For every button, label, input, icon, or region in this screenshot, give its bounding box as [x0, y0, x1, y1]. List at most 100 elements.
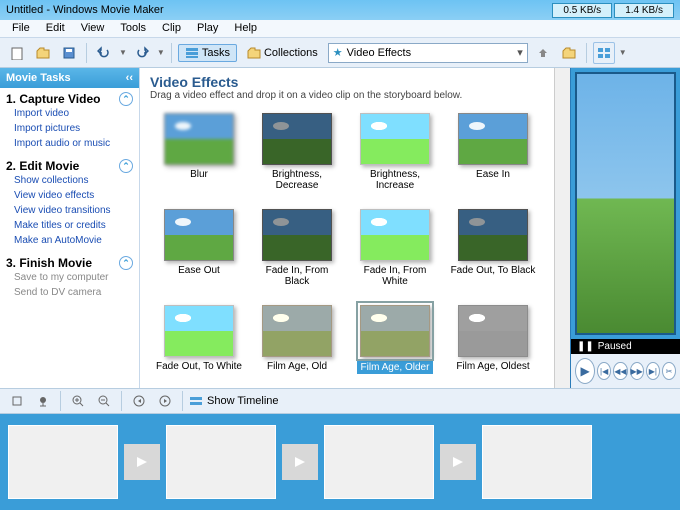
- title-bar: Untitled - Windows Movie Maker 0.5 KB/s …: [0, 0, 680, 20]
- sidebar-header: Movie Tasks ‹‹: [0, 68, 139, 88]
- window-title: Untitled - Windows Movie Maker: [6, 4, 164, 16]
- section-finish-movie[interactable]: 3. Finish Movie⌃: [6, 256, 133, 270]
- link-video-transitions[interactable]: View video transitions: [6, 203, 133, 218]
- menu-clip[interactable]: Clip: [154, 20, 189, 37]
- link-automovie[interactable]: Make an AutoMovie: [6, 233, 133, 248]
- menu-play[interactable]: Play: [189, 20, 226, 37]
- open-button[interactable]: [32, 42, 54, 64]
- separator: [171, 43, 172, 63]
- effect-thumbnail: [458, 113, 528, 165]
- play-button[interactable]: ▶: [575, 358, 595, 384]
- collection-dropdown[interactable]: ★ Video Effects ▾: [328, 43, 528, 63]
- effect-brightness-increase[interactable]: Brightness, Increase: [350, 113, 440, 191]
- view-button[interactable]: [593, 42, 615, 64]
- link-video-effects[interactable]: View video effects: [6, 188, 133, 203]
- zoom-in-button[interactable]: [67, 390, 89, 412]
- network-speed: 0.5 KB/s 1.4 KB/s: [552, 3, 674, 18]
- step-back-button[interactable]: ◀◀: [613, 362, 627, 380]
- effect-fade-in-from-black[interactable]: Fade In, From Black: [252, 209, 342, 287]
- menu-help[interactable]: Help: [226, 20, 265, 37]
- show-timeline-button[interactable]: Show Timeline: [207, 395, 279, 407]
- link-titles-credits[interactable]: Make titles or credits: [6, 218, 133, 233]
- effect-fade-out-to-black[interactable]: Fade Out, To Black: [448, 209, 538, 287]
- link-send-dv[interactable]: Send to DV camera: [6, 285, 133, 300]
- preview-monitor[interactable]: [575, 72, 676, 335]
- section-edit-movie[interactable]: 2. Edit Movie⌃: [6, 159, 133, 173]
- chevron-up-icon: ⌃: [119, 92, 133, 106]
- effect-film-age-old[interactable]: Film Age, Old: [252, 305, 342, 374]
- tasks-button[interactable]: Tasks: [178, 44, 237, 62]
- storyboard-transition[interactable]: [440, 444, 476, 480]
- storyboard-transition[interactable]: [124, 444, 160, 480]
- storyboard[interactable]: [0, 414, 680, 510]
- storyboard-clip[interactable]: [324, 425, 434, 499]
- storyboard-clip[interactable]: [8, 425, 118, 499]
- rewind-timeline-button[interactable]: [128, 390, 150, 412]
- effect-thumbnail: [164, 305, 234, 357]
- new-project-button[interactable]: [6, 42, 28, 64]
- up-level-button[interactable]: [532, 42, 554, 64]
- chevron-up-icon: ⌃: [119, 256, 133, 270]
- effect-fade-in-from-white[interactable]: Fade In, From White: [350, 209, 440, 287]
- effect-label: Ease Out: [178, 265, 220, 276]
- redo-button[interactable]: [131, 42, 153, 64]
- zoom-out-button[interactable]: [93, 390, 115, 412]
- menu-edit[interactable]: Edit: [38, 20, 73, 37]
- timeline-tool-1[interactable]: [6, 390, 28, 412]
- effect-label: Film Age, Old: [267, 361, 327, 372]
- star-icon: ★: [333, 46, 343, 59]
- effect-label: Film Age, Older: [357, 361, 434, 374]
- effects-panel: Video Effects Drag a video effect and dr…: [140, 68, 554, 388]
- folder-icon: [247, 47, 261, 59]
- storyboard-clip[interactable]: [482, 425, 592, 499]
- link-import-video[interactable]: Import video: [6, 106, 133, 121]
- collections-button[interactable]: Collections: [241, 45, 324, 61]
- separator: [182, 391, 183, 411]
- effect-blur[interactable]: Blur: [154, 113, 244, 191]
- forward-end-button[interactable]: ▶|: [646, 362, 660, 380]
- collapse-icon[interactable]: ‹‹: [126, 72, 133, 84]
- new-folder-button[interactable]: [558, 42, 580, 64]
- rewind-start-button[interactable]: |◀: [597, 362, 611, 380]
- storyboard-clip[interactable]: [166, 425, 276, 499]
- chevron-down-icon: ▾: [517, 46, 523, 59]
- play-timeline-button[interactable]: [154, 390, 176, 412]
- link-show-collections[interactable]: Show collections: [6, 173, 133, 188]
- menu-view[interactable]: View: [73, 20, 113, 37]
- section-capture-video[interactable]: 1. Capture Video⌃: [6, 92, 133, 106]
- effect-thumbnail: [458, 209, 528, 261]
- effect-thumbnail: [164, 113, 234, 165]
- narrate-button[interactable]: [32, 390, 54, 412]
- tasks-icon: [185, 47, 199, 59]
- effect-label: Brightness, Increase: [350, 169, 440, 191]
- link-import-pictures[interactable]: Import pictures: [6, 121, 133, 136]
- effect-ease-in[interactable]: Ease In: [448, 113, 538, 191]
- toolbar: ▼ ▼ Tasks Collections ★ Video Effects ▾ …: [0, 38, 680, 68]
- storyboard-transition[interactable]: [282, 444, 318, 480]
- effect-thumbnail: [360, 305, 430, 357]
- effect-label: Fade In, From White: [350, 265, 440, 287]
- vertical-scrollbar[interactable]: [554, 68, 570, 388]
- effect-fade-out-to-white[interactable]: Fade Out, To White: [154, 305, 244, 374]
- separator: [60, 391, 61, 411]
- separator: [121, 391, 122, 411]
- step-forward-button[interactable]: ▶▶: [630, 362, 644, 380]
- effect-label: Ease In: [476, 169, 510, 180]
- link-import-audio[interactable]: Import audio or music: [6, 136, 133, 151]
- effect-thumbnail: [458, 305, 528, 357]
- panel-title: Video Effects: [150, 74, 544, 90]
- link-save-computer[interactable]: Save to my computer: [6, 270, 133, 285]
- save-button[interactable]: [58, 42, 80, 64]
- effect-thumbnail: [360, 113, 430, 165]
- effect-film-age-older[interactable]: Film Age, Older: [350, 305, 440, 374]
- split-button[interactable]: ✂: [662, 362, 676, 380]
- upload-speed: 1.4 KB/s: [614, 3, 674, 18]
- menu-tools[interactable]: Tools: [112, 20, 154, 37]
- effect-brightness-decrease[interactable]: Brightness, Decrease: [252, 113, 342, 191]
- menu-file[interactable]: File: [4, 20, 38, 37]
- effect-label: Film Age, Oldest: [456, 361, 529, 372]
- undo-button[interactable]: [93, 42, 115, 64]
- timeline-toolbar: Show Timeline: [0, 388, 680, 414]
- effect-film-age-oldest[interactable]: Film Age, Oldest: [448, 305, 538, 374]
- effect-ease-out[interactable]: Ease Out: [154, 209, 244, 287]
